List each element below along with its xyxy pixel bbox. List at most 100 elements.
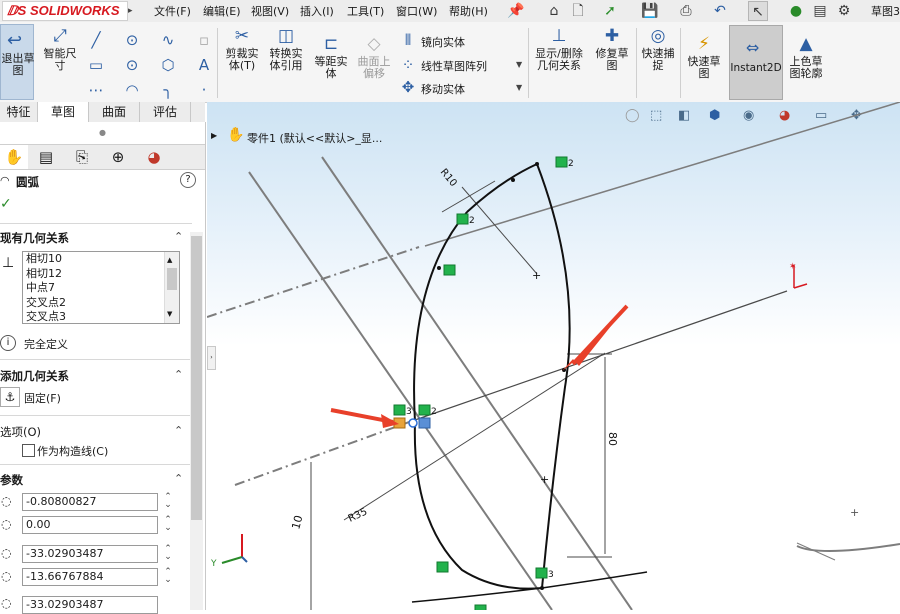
- centerline[interactable]: [234, 420, 413, 486]
- list-item[interactable]: 中点7: [23, 281, 179, 296]
- menu-help[interactable]: 帮助(H): [449, 3, 488, 19]
- options-gear-icon[interactable]: ⚙: [834, 1, 854, 21]
- pin-icon[interactable]: 📌: [506, 1, 526, 21]
- parameters-header[interactable]: 参数: [0, 472, 23, 488]
- fix-relation-icon[interactable]: ⚓: [0, 387, 20, 407]
- sketch-point[interactable]: [540, 586, 544, 590]
- tab-surfaces[interactable]: 曲面: [89, 102, 140, 122]
- dimension-line[interactable]: [461, 186, 538, 275]
- graphics-area[interactable]: ▶ ✋ 零件1 (默认<<默认>_显... ◯ ⬚ ◧ ⬢ ◉ ◕ ▭ ✥ 80…: [207, 102, 900, 610]
- construction-checkbox[interactable]: [22, 444, 35, 457]
- instant2d-button[interactable]: ⇔ Instant2D: [729, 25, 783, 100]
- polygon-icon[interactable]: ⬡: [158, 55, 178, 75]
- centerline-icon[interactable]: ⋯: [86, 80, 106, 100]
- shaded-sketch-contours-button[interactable]: ▲ 上色草图轮廓: [786, 34, 826, 80]
- new-document-icon[interactable]: 🗋: [568, 1, 588, 21]
- fix-relation-label[interactable]: 固定(F): [24, 390, 61, 406]
- slot-icon[interactable]: ⊙: [122, 55, 142, 75]
- collapse-chevron-icon[interactable]: ⌃: [174, 368, 183, 381]
- list-item[interactable]: 相切10: [23, 252, 179, 267]
- scroll-down-icon[interactable]: ▼: [167, 310, 172, 318]
- arc-icon[interactable]: ◠: [122, 80, 142, 100]
- text-icon[interactable]: A: [194, 55, 214, 75]
- add-relations-header[interactable]: 添加几何关系: [0, 368, 69, 384]
- rectangle-icon[interactable]: ▭: [86, 55, 106, 75]
- menu-tools[interactable]: 工具(T): [347, 3, 384, 19]
- circle-icon[interactable]: ⊙: [122, 30, 142, 50]
- end-x-field[interactable]: -33.02903487: [22, 596, 158, 614]
- dimxpert-tab-icon[interactable]: ⊕: [104, 145, 132, 169]
- solidworks-logo[interactable]: ⅅS SOLIDWORKS: [2, 1, 128, 21]
- intersection-relation-icon[interactable]: [418, 417, 431, 429]
- pm-scroll-thumb[interactable]: [191, 236, 202, 520]
- configuration-tab-icon[interactable]: ⎘: [68, 145, 96, 169]
- sketch-canvas[interactable]: 80 10 R10 R35 + + + 2 2 3 2 3 ✶ Y: [207, 102, 900, 610]
- list-item[interactable]: 交叉点3: [23, 310, 179, 323]
- spin-up-down-icon[interactable]: ⌃ ⌄: [163, 493, 173, 510]
- scroll-up-icon[interactable]: ▲: [167, 256, 172, 264]
- rapid-sketch-button[interactable]: ⚡ 快速草图: [683, 34, 725, 80]
- menu-view[interactable]: 视图(V): [251, 3, 289, 19]
- feature-tree-tab-icon[interactable]: ▤: [32, 145, 60, 169]
- display-delete-relations-button[interactable]: ⊥ 显示/删除几何关系: [531, 26, 587, 72]
- select-arrow-icon[interactable]: ↖: [748, 1, 768, 21]
- centerline[interactable]: [207, 246, 420, 318]
- spin-up-down-icon[interactable]: ⌃ ⌄: [163, 545, 173, 562]
- center-y-field[interactable]: 0.00: [22, 516, 158, 534]
- tab-features[interactable]: 特征: [0, 102, 38, 122]
- tangent-relation-icon[interactable]: [456, 213, 469, 225]
- r35-dimension[interactable]: R35: [347, 506, 369, 524]
- coincident-relation-icon[interactable]: [443, 264, 456, 276]
- home-icon[interactable]: ⌂: [544, 1, 564, 21]
- open-icon[interactable]: ➚: [600, 1, 620, 21]
- spline-icon[interactable]: ∿: [158, 30, 178, 50]
- display-manager-tab-icon[interactable]: ◕: [140, 145, 168, 169]
- file-properties-icon[interactable]: ▤: [810, 1, 830, 21]
- repair-sketch-button[interactable]: ✚ 修复草图: [591, 26, 633, 72]
- tab-sketch[interactable]: 草图: [38, 102, 89, 122]
- collapse-chevron-icon[interactable]: ⌃: [174, 230, 183, 243]
- sketch-point[interactable]: [535, 162, 539, 166]
- sketch-point[interactable]: [511, 178, 515, 182]
- move-entities-button[interactable]: 移动实体: [421, 81, 465, 97]
- print-icon[interactable]: ⎙: [676, 1, 696, 21]
- point-icon[interactable]: ·: [194, 80, 214, 100]
- start-y-field[interactable]: -13.66767884: [22, 568, 158, 586]
- vertical-dimension-value[interactable]: 80: [606, 432, 619, 446]
- tangent-relation-icon[interactable]: [393, 404, 406, 416]
- panel-handle-icon[interactable]: ●: [0, 128, 205, 137]
- tangent-relation-icon[interactable]: [535, 567, 548, 579]
- r10-dimension[interactable]: R10: [438, 167, 459, 189]
- center-x-field[interactable]: -0.80800827: [22, 493, 158, 511]
- fillet-icon[interactable]: ╮: [158, 80, 178, 100]
- menu-insert[interactable]: 插入(I): [300, 3, 334, 19]
- surface-spline-icon[interactable]: ▫: [194, 30, 214, 50]
- selected-endpoint[interactable]: [408, 418, 418, 428]
- arc-center-mark[interactable]: +: [850, 506, 859, 519]
- offset-entities-button[interactable]: ⊏ 等距实体: [311, 34, 351, 80]
- arc-center-mark[interactable]: +: [540, 473, 549, 486]
- origin-icon[interactable]: ✶: [789, 262, 797, 272]
- move-entities-dropdown-icon[interactable]: ▼: [516, 83, 522, 92]
- smart-dimension-button[interactable]: ⤢ 智能尺寸: [40, 26, 80, 72]
- menu-window[interactable]: 窗口(W): [396, 3, 437, 19]
- collapse-chevron-icon[interactable]: ⌃: [174, 424, 183, 437]
- line-icon[interactable]: ╱: [86, 30, 106, 50]
- offset-on-surface-button[interactable]: ◇ 曲面上偏移: [355, 34, 393, 80]
- tangent-relation-icon[interactable]: [418, 404, 431, 416]
- coincident-relation-icon[interactable]: [436, 561, 449, 573]
- list-item[interactable]: 相切12: [23, 267, 179, 282]
- undo-icon[interactable]: ↶: [710, 1, 730, 21]
- construction-line[interactable]: [248, 171, 553, 610]
- sketch-arc[interactable]: [413, 211, 468, 423]
- linear-pattern-dropdown-icon[interactable]: ▼: [516, 60, 522, 69]
- exit-sketch-button[interactable]: ↩ 退出草图: [0, 24, 35, 100]
- collapse-chevron-icon[interactable]: ⌃: [174, 472, 183, 485]
- tangent-relation-icon[interactable]: [555, 156, 568, 168]
- arc-center-mark[interactable]: +: [532, 269, 541, 282]
- quick-snaps-button[interactable]: ◎ 快速捕捉: [639, 26, 677, 72]
- logo-flyout-icon[interactable]: ▸: [128, 3, 136, 19]
- start-x-field[interactable]: -33.02903487: [22, 545, 158, 563]
- sketch-point[interactable]: [562, 368, 566, 372]
- left-dimension-value[interactable]: 10: [289, 514, 305, 531]
